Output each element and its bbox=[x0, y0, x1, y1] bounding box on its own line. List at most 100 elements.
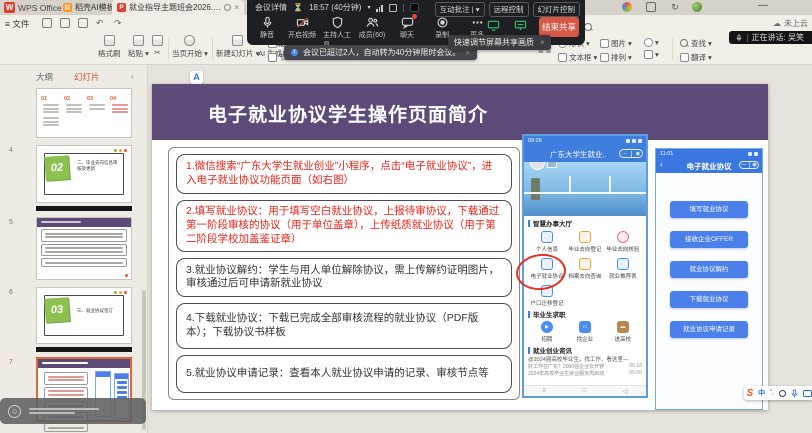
cloud-status[interactable]: ☁未上云 bbox=[773, 18, 808, 29]
slide-control-button[interactable]: 幻灯片控制 bbox=[533, 2, 581, 17]
network-signal-icon[interactable] bbox=[376, 4, 383, 12]
timer-caret-icon[interactable]: ▾ bbox=[367, 4, 370, 11]
end-share-button[interactable]: 结束共享 bbox=[539, 17, 579, 37]
meeting-app-logo-icon bbox=[410, 3, 419, 12]
btn-application-records[interactable]: 就业协议申请记录 bbox=[670, 321, 748, 338]
info-icon: i bbox=[291, 49, 298, 56]
phone-screenshot-agreement: 11:01 ‹ 电子就业协议 —◉ 填写就业协议 接收企业OFFER 就业协议解… bbox=[655, 148, 763, 410]
slide-canvas[interactable]: 电子就业协议学生操作页面简介 1.微信搜索“广东大学生就业创业”小程序，点击“电… bbox=[152, 84, 768, 410]
textbox-button[interactable]: 文本框 ▾ bbox=[558, 52, 597, 63]
btn-download-agreement[interactable]: 下载就业协议 bbox=[670, 291, 748, 308]
editing-workspace: A 电子就业协议学生操作页面简介 1.微信搜索“广东大学生就业创业”小程序，点击… bbox=[148, 65, 812, 433]
section-badge: 02 bbox=[44, 155, 70, 181]
meeting-details-link[interactable]: 会议详情 bbox=[255, 2, 287, 13]
lang-mode-icon[interactable]: 中 bbox=[758, 388, 765, 398]
annotate-button[interactable]: 互动批注 | ▾ bbox=[435, 2, 485, 17]
job-section-header: 毕业生求职 bbox=[528, 309, 642, 319]
punctuation-icon[interactable]: ”, bbox=[770, 390, 774, 396]
cut-button[interactable]: ✂ bbox=[152, 35, 163, 57]
arrange-button[interactable]: 排列 ▾ bbox=[600, 52, 632, 63]
btn-receive-offer[interactable]: 接收企业OFFER bbox=[670, 231, 748, 248]
slide-thumbnail-overview[interactable]: 01 02 03 04 bbox=[36, 88, 132, 138]
grid-item-personal-info[interactable]: 个人信息 bbox=[528, 228, 566, 255]
job-tools-row: ▶招聘 ▭找企业 ▬进高校 bbox=[528, 319, 642, 345]
decor-dots bbox=[114, 149, 127, 152]
miniprogram-capsule[interactable]: ⋯◉ bbox=[619, 149, 643, 158]
redo-icon[interactable]: ↷ bbox=[114, 18, 124, 28]
job-item-campus[interactable]: ▬进高校 bbox=[604, 319, 642, 345]
keyboard-icon[interactable] bbox=[803, 390, 812, 397]
step-item-4: 4.下载就业协议：下载已完成全部审核流程的就业协议（PDF版本）；下载协议书样板 bbox=[176, 303, 512, 349]
voice-input-icon[interactable] bbox=[791, 389, 798, 398]
statue-silhouette bbox=[531, 178, 540, 200]
grid-item-archive-query[interactable]: 档案去向查询 bbox=[566, 255, 604, 282]
member-center-icon[interactable] bbox=[622, 2, 632, 12]
btn-terminate-agreement[interactable]: 就业协议解约 bbox=[670, 261, 748, 278]
job-item-companies[interactable]: ▭找企业 bbox=[566, 319, 604, 345]
news-item[interactable]: 好工作在广东？2000强企业云开锣05-18 bbox=[528, 363, 642, 370]
btn-fill-agreement[interactable]: 填写就业协议 bbox=[670, 201, 748, 218]
textbox-icon bbox=[558, 53, 567, 62]
close-tab-icon[interactable]: × bbox=[234, 3, 239, 12]
folder-icon bbox=[579, 258, 591, 270]
section-divider-bar bbox=[36, 206, 132, 211]
user-photo-chip bbox=[547, 162, 557, 168]
restore-window-icon[interactable] bbox=[646, 2, 656, 12]
android-back-icon[interactable]: ◁ bbox=[623, 388, 628, 395]
phone1-nav-bar: 广东大学生就业.. ⋯◉ bbox=[524, 145, 646, 162]
slide-thumbnail-4[interactable]: 02 二、毕业去向信息审核及更新 bbox=[36, 145, 132, 203]
news-lead[interactable]: @2024届高校毕业生，找工作，看这里— bbox=[528, 355, 642, 363]
play-from-current-button[interactable]: 当页开始 ▾ bbox=[172, 35, 208, 59]
translate-button[interactable]: 翻译 ▾ bbox=[680, 52, 712, 63]
shield-icon bbox=[331, 16, 344, 29]
undo-icon[interactable]: ↶ bbox=[96, 18, 106, 28]
status-icons bbox=[626, 139, 642, 143]
picture-button[interactable]: 图片 ▾ bbox=[600, 38, 632, 49]
remote-control-button[interactable]: 远程控制 bbox=[489, 2, 529, 17]
collapse-panel-icon[interactable]: ‹ bbox=[131, 71, 134, 81]
grid-item-destination-verify[interactable]: 毕业去向核验 bbox=[604, 228, 642, 255]
popout-icon[interactable] bbox=[389, 4, 397, 12]
sogou-logo-icon[interactable]: S bbox=[746, 388, 753, 399]
print-icon[interactable] bbox=[60, 18, 70, 28]
share-quality-tooltip: 快速调节屏幕共享画质 × bbox=[448, 35, 551, 50]
portrait-button[interactable]: ▾ bbox=[644, 38, 659, 47]
android-menu-icon[interactable]: ≡ bbox=[542, 388, 546, 394]
camera-off-icon bbox=[296, 16, 309, 29]
pin-icon[interactable] bbox=[224, 4, 231, 11]
object-button[interactable]: ▾ bbox=[644, 50, 659, 59]
format-painter-button[interactable]: 格式刷 bbox=[98, 35, 121, 59]
minimize-icon[interactable]: — bbox=[758, 2, 768, 12]
share-quality-icon[interactable] bbox=[514, 19, 527, 32]
user-avatar[interactable] bbox=[692, 2, 702, 12]
grid-item-recommend-form[interactable]: 就业推荐表 bbox=[604, 255, 642, 282]
tab-outline[interactable]: 大纲 bbox=[36, 71, 53, 83]
share-screen-icon[interactable] bbox=[487, 19, 500, 32]
slide-thumbnail-5[interactable] bbox=[36, 217, 132, 280]
tab-current-document[interactable]: P 就业指导主题班会2026.3.4.p × bbox=[112, 0, 244, 15]
briefcase2-icon: ▬ bbox=[617, 321, 629, 333]
news-section-header: 就业创业资讯 bbox=[528, 345, 642, 355]
grid-item-destination-register[interactable]: 毕业去向登记 bbox=[566, 228, 604, 255]
sync-icon[interactable]: ↻ bbox=[670, 2, 680, 12]
miniprogram-capsule[interactable]: —◉ bbox=[739, 161, 759, 169]
emoji-icon[interactable] bbox=[779, 390, 786, 397]
translate-icon bbox=[680, 53, 689, 62]
wps-ai-fab[interactable]: A bbox=[190, 71, 203, 84]
tooltip-close-icon[interactable]: × bbox=[540, 38, 545, 47]
portrait-icon bbox=[644, 38, 653, 47]
play-circle-icon: ▶ bbox=[541, 321, 553, 333]
job-item-recruit[interactable]: ▶招聘 bbox=[528, 319, 566, 345]
file-menu[interactable]: ≡ 文件 bbox=[5, 18, 29, 30]
arrange-icon bbox=[600, 53, 609, 62]
slide-thumbnail-6[interactable]: 03 三、就业协议签订 bbox=[36, 287, 132, 344]
paste-button[interactable]: 粘贴 ▾ bbox=[128, 35, 149, 59]
android-home-icon[interactable]: □ bbox=[583, 388, 587, 394]
find-button[interactable]: 查找 ▾ bbox=[680, 38, 712, 49]
preview-icon[interactable] bbox=[78, 18, 88, 28]
tab-slides[interactable]: 幻灯片 bbox=[74, 71, 100, 83]
save-icon[interactable] bbox=[42, 18, 52, 28]
mute-button[interactable]: 静音 bbox=[253, 16, 281, 50]
phone1-body: 智慧办事大厅 个人信息 毕业去向登记 毕业去向核验 电子就业协议 档案去向查询 … bbox=[524, 216, 646, 377]
news-item[interactable]: 2024年高校毕业生就业服务周启动05-06 bbox=[528, 370, 642, 377]
